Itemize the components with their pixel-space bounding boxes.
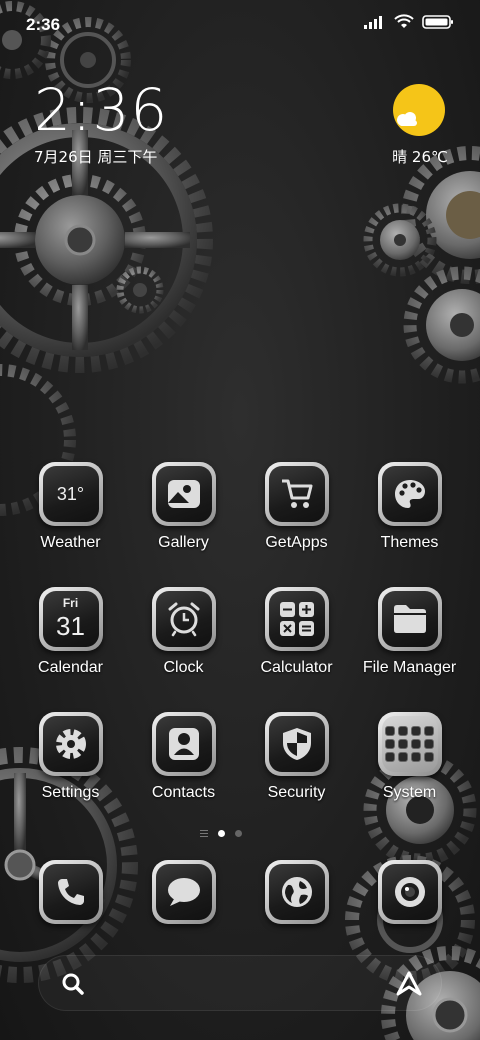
- app-calculator[interactable]: Calculator: [240, 587, 353, 712]
- search-bar[interactable]: [38, 955, 442, 1011]
- app-file-manager[interactable]: File Manager: [353, 587, 466, 712]
- page-dot-active: [218, 830, 225, 837]
- app-calendar[interactable]: Fri 31 Calendar: [14, 587, 127, 712]
- calendar-date: 31: [56, 611, 85, 641]
- app-label: Gallery: [158, 534, 209, 551]
- gallery-app-icon-frame: [151, 462, 216, 526]
- folder-grid-icon: [381, 716, 438, 772]
- getapps-app-icon-frame: [264, 462, 329, 526]
- calendar-day: Fri: [62, 596, 79, 610]
- dock-phone[interactable]: [14, 860, 127, 924]
- clock-app-icon-frame: [151, 587, 216, 651]
- page-dot: [235, 830, 242, 837]
- wifi-icon: [394, 14, 414, 28]
- gallery-icon: [155, 466, 212, 522]
- status-icons: [364, 14, 454, 30]
- status-time: 2:36: [26, 15, 61, 34]
- app-grid: 31° Weather Gallery GetApps Themes Fri 3…: [14, 462, 466, 837]
- widget-time: 2:36: [34, 76, 169, 144]
- feed-page-icon: [200, 830, 208, 837]
- app-label: Security: [267, 784, 326, 801]
- alarm-clock-icon: [155, 591, 212, 647]
- app-label: System: [382, 784, 437, 801]
- app-system-folder[interactable]: System: [353, 712, 466, 837]
- phone-icon: [42, 864, 99, 920]
- phone-app-icon-frame: [38, 860, 103, 924]
- app-themes[interactable]: Themes: [353, 462, 466, 587]
- dock-browser[interactable]: [240, 860, 353, 924]
- dock-camera[interactable]: [353, 860, 466, 924]
- weather-app-temp: 31°: [56, 483, 85, 504]
- contact-card-icon: [155, 716, 212, 772]
- app-gallery[interactable]: Gallery: [127, 462, 240, 587]
- calculator-icon: [268, 591, 325, 647]
- gear-icon: [42, 716, 99, 772]
- palette-icon: [381, 466, 438, 522]
- browser-icon: [268, 864, 325, 920]
- folder-icon: [381, 591, 438, 647]
- dock: [14, 860, 466, 924]
- file-manager-app-icon-frame: [377, 587, 442, 651]
- app-label: GetApps: [265, 534, 328, 551]
- camera-icon: [381, 864, 438, 920]
- battery-icon: [422, 15, 453, 29]
- camera-app-icon-frame: [377, 860, 442, 924]
- messages-app-icon-frame: [151, 860, 216, 924]
- messages-icon: [155, 864, 212, 920]
- app-label: Weather: [40, 534, 101, 551]
- calendar-icon: Fri 31: [42, 591, 99, 647]
- app-security[interactable]: Security: [240, 712, 353, 837]
- app-row: Settings Contacts Security System: [14, 712, 466, 837]
- contacts-app-icon-frame: [151, 712, 216, 776]
- weather-app-icon-frame: 31°: [38, 462, 103, 526]
- widget-date: 7月26日 周三下午: [34, 148, 158, 166]
- themes-app-icon-frame: [377, 462, 442, 526]
- weather-widget[interactable]: 晴 26℃: [384, 84, 456, 167]
- page-indicator[interactable]: [200, 830, 242, 837]
- system-folder-icon-frame: [377, 712, 442, 776]
- app-label: Themes: [380, 534, 439, 551]
- calendar-app-icon-frame: Fri 31: [38, 587, 103, 651]
- app-clock[interactable]: Clock: [127, 587, 240, 712]
- app-label: Settings: [41, 784, 100, 801]
- app-row: Fri 31 Calendar Clock Calculator File Ma…: [14, 587, 466, 712]
- app-label: File Manager: [362, 659, 457, 676]
- app-getapps[interactable]: GetApps: [240, 462, 353, 587]
- settings-app-icon-frame: [38, 712, 103, 776]
- app-weather[interactable]: 31° Weather: [14, 462, 127, 587]
- partly-sunny-icon: [393, 84, 445, 136]
- status-bar: 2:36: [0, 0, 480, 48]
- browser-app-icon-frame: [264, 860, 329, 924]
- app-label: Calculator: [260, 659, 333, 676]
- shield-icon: [268, 716, 325, 772]
- dock-messages[interactable]: [127, 860, 240, 924]
- weather-text: 晴 26℃: [392, 148, 448, 166]
- app-row: 31° Weather Gallery GetApps Themes: [14, 462, 466, 587]
- calculator-app-icon-frame: [264, 587, 329, 651]
- app-label: Clock: [163, 659, 204, 676]
- app-label: Calendar: [38, 659, 103, 676]
- app-settings[interactable]: Settings: [14, 712, 127, 837]
- cart-icon: [268, 466, 325, 522]
- app-contacts[interactable]: Contacts: [127, 712, 240, 837]
- search-icon: [62, 973, 84, 995]
- assistant-icon[interactable]: [395, 970, 423, 998]
- signal-icon: [364, 16, 382, 29]
- weather-app-icon: 31°: [42, 466, 99, 522]
- folder-preview-grid: [385, 726, 434, 762]
- clock-widget[interactable]: 2:36 7月26日 周三下午: [34, 80, 168, 167]
- security-app-icon-frame: [264, 712, 329, 776]
- app-label: Contacts: [151, 784, 216, 801]
